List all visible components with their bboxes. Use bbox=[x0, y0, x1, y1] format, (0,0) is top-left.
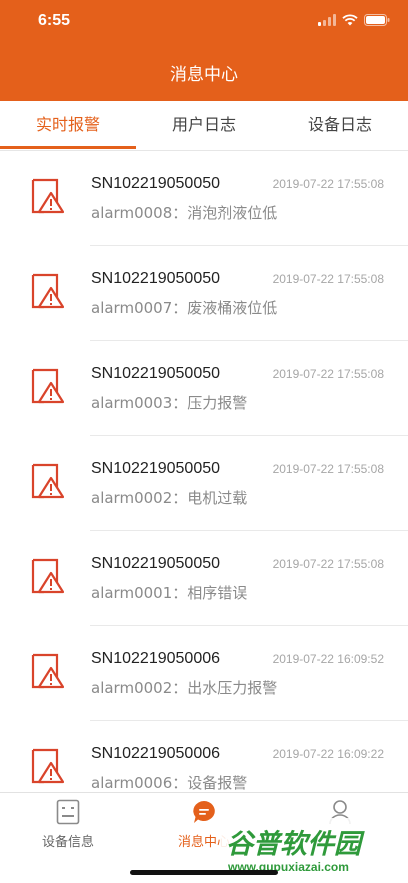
alarm-time: 2019-07-22 17:55:08 bbox=[272, 462, 384, 476]
alarm-time: 2019-07-22 17:55:08 bbox=[272, 367, 384, 381]
list-item[interactable]: SN102219050050 2019-07-22 17:55:08 alarm… bbox=[0, 246, 408, 341]
tabbar-label: 设备信息 bbox=[41, 835, 94, 850]
device-sn: SN102219050050 bbox=[91, 365, 221, 382]
list-item[interactable]: SN102219050050 2019-07-22 17:55:08 alarm… bbox=[0, 341, 408, 436]
app-header: 6:55 消息中心 bbox=[0, 0, 408, 101]
list-item[interactable]: SN102219050050 2019-07-22 17:55:08 alarm… bbox=[0, 436, 408, 531]
tabbar-item-device-info[interactable]: 设备信息 bbox=[0, 793, 136, 853]
status-icons bbox=[318, 14, 390, 26]
alarm-message: alarm0002：电机过载 bbox=[91, 489, 248, 507]
battery-icon bbox=[364, 14, 390, 26]
alarm-time: 2019-07-22 17:55:08 bbox=[272, 557, 384, 571]
active-tab-indicator bbox=[0, 146, 136, 149]
alarm-message: alarm0006：设备报警 bbox=[91, 774, 248, 792]
alarm-message: alarm0007：废液桶液位低 bbox=[91, 299, 278, 317]
alarm-warning-icon bbox=[31, 368, 64, 404]
alarm-message: alarm0002：出水压力报警 bbox=[91, 679, 278, 697]
alarm-time: 2019-07-22 16:09:52 bbox=[272, 652, 384, 666]
alarm-time: 2019-07-22 17:55:08 bbox=[272, 272, 384, 286]
status-time: 6:55 bbox=[38, 12, 71, 29]
alarm-warning-icon bbox=[31, 653, 64, 689]
alarm-warning-icon bbox=[31, 558, 64, 594]
alarm-message: alarm0001：相序错误 bbox=[91, 584, 248, 602]
list-item[interactable]: SN102219050050 2019-07-22 17:55:08 alarm… bbox=[0, 151, 408, 246]
device-sn: SN102219050050 bbox=[91, 270, 221, 287]
tab-device-log[interactable]: 设备日志 bbox=[272, 101, 408, 151]
page-title: 消息中心 bbox=[170, 65, 238, 85]
alarm-warning-icon bbox=[31, 748, 64, 784]
alarm-message: alarm0003：压力报警 bbox=[91, 394, 248, 412]
alarm-list[interactable]: SN102219050050 2019-07-22 17:55:08 alarm… bbox=[0, 151, 408, 792]
list-item[interactable]: SN102219050050 2019-07-22 17:55:08 alarm… bbox=[0, 531, 408, 626]
alarm-warning-icon bbox=[31, 273, 64, 309]
list-item[interactable]: SN102219050006 2019-07-22 16:09:22 alarm… bbox=[0, 721, 408, 792]
device-sn: SN102219050006 bbox=[91, 745, 221, 762]
message-bubble-icon bbox=[193, 801, 215, 823]
home-indicator bbox=[130, 870, 278, 875]
alarm-time: 2019-07-22 17:55:08 bbox=[272, 177, 384, 191]
status-bar: 6:55 bbox=[0, 0, 408, 44]
segment-tabs: 实时报警 用户日志 设备日志 bbox=[0, 101, 408, 151]
device-sn: SN102219050050 bbox=[91, 175, 221, 192]
device-sn: SN102219050050 bbox=[91, 555, 221, 572]
device-info-icon bbox=[56, 799, 80, 825]
device-sn: SN102219050006 bbox=[91, 650, 221, 667]
list-item[interactable]: SN102219050006 2019-07-22 16:09:52 alarm… bbox=[0, 626, 408, 721]
alarm-time: 2019-07-22 16:09:22 bbox=[272, 747, 384, 761]
alarm-message: alarm0008：消泡剂液位低 bbox=[91, 204, 278, 222]
tab-realtime-alarm[interactable]: 实时报警 bbox=[0, 101, 136, 151]
wifi-icon bbox=[342, 14, 358, 26]
alarm-warning-icon bbox=[31, 463, 64, 499]
watermark-title: 谷普软件园 bbox=[226, 829, 361, 860]
device-sn: SN102219050050 bbox=[91, 460, 221, 477]
alarm-warning-icon bbox=[31, 178, 64, 214]
signal-icon bbox=[318, 14, 336, 26]
tab-user-log[interactable]: 用户日志 bbox=[136, 101, 272, 151]
